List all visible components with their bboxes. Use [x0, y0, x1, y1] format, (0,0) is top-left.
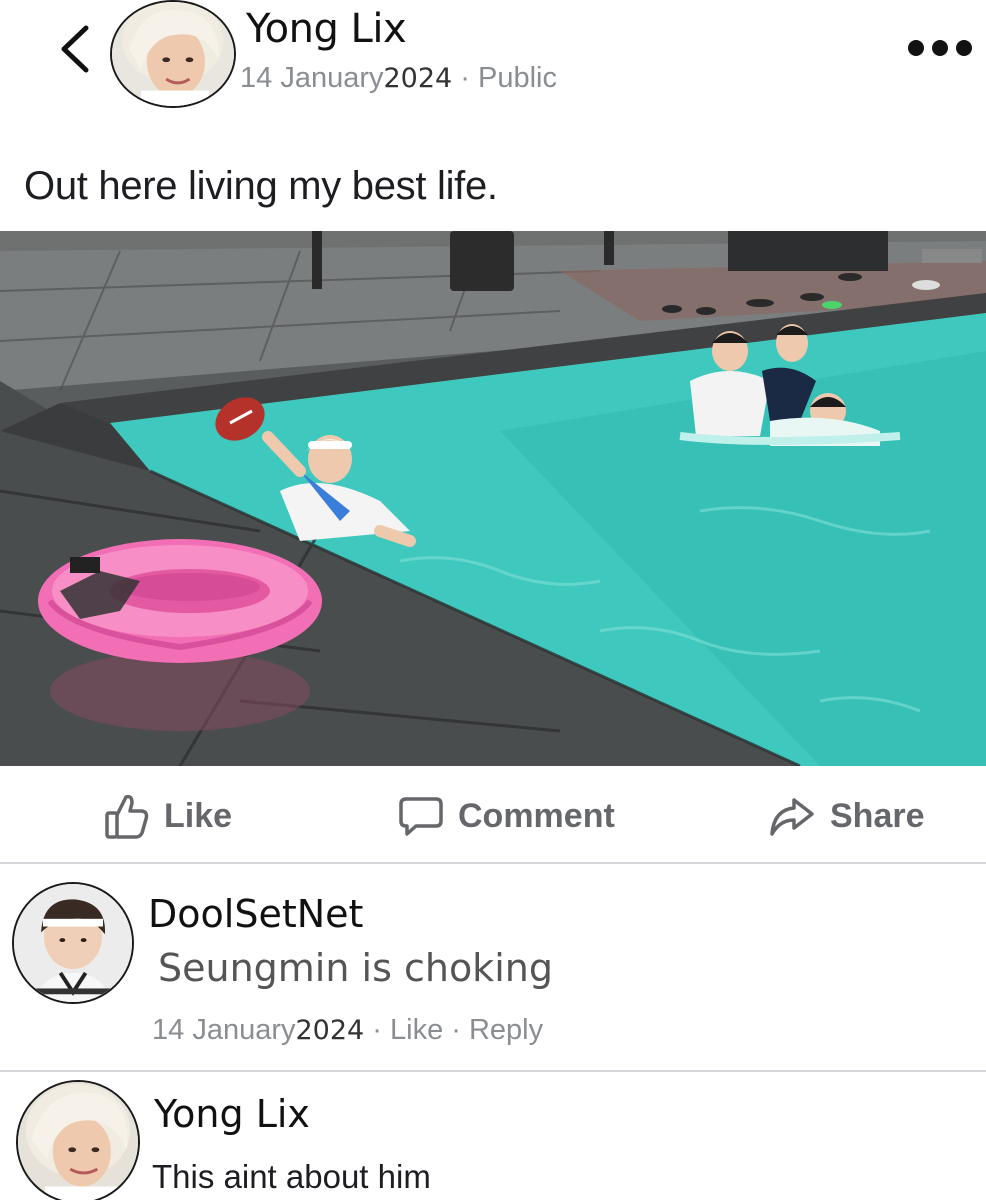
- comment-like-link[interactable]: Like: [390, 1014, 443, 1046]
- post-meta: 14 January2024 · Public: [240, 62, 557, 95]
- comment-label: Comment: [458, 796, 615, 835]
- commenter-avatar[interactable]: [12, 882, 134, 1004]
- comment-item: DoolSetNet Seungmin is choking 14 Januar…: [0, 866, 986, 1072]
- post-year: 2024: [383, 63, 453, 94]
- like-label: Like: [164, 796, 233, 835]
- comment-date[interactable]: 14 January: [152, 1014, 296, 1046]
- share-label: Share: [830, 796, 925, 835]
- back-button[interactable]: [52, 18, 102, 80]
- commenter-name[interactable]: DoolSetNet: [148, 892, 363, 936]
- post-visibility: Public: [478, 62, 557, 94]
- post-caption: Out here living my best life.: [24, 164, 498, 208]
- comment-year: 2024: [295, 1015, 365, 1046]
- author-avatar[interactable]: [110, 0, 236, 108]
- share-button[interactable]: Share: [768, 788, 925, 844]
- post-actions: Like Comment Share: [0, 766, 986, 864]
- comment-meta: 14 January2024 · Like · Reply: [152, 1014, 543, 1047]
- comment-reply-link[interactable]: Reply: [469, 1014, 543, 1046]
- like-button[interactable]: Like: [104, 788, 232, 844]
- comment-button[interactable]: Comment: [398, 788, 615, 844]
- commenter-name[interactable]: Yong Lix: [154, 1092, 310, 1136]
- post-date[interactable]: 14 January: [240, 62, 384, 94]
- author-name[interactable]: Yong Lix: [246, 6, 407, 52]
- commenter-avatar[interactable]: [16, 1080, 140, 1200]
- comment-item: Yong Lix This aint about him: [0, 1074, 986, 1200]
- share-arrow-icon: [770, 798, 814, 836]
- meta-separator: ·: [443, 1014, 469, 1046]
- comment-text: This aint about him: [152, 1158, 431, 1195]
- chevron-left-icon: [61, 25, 89, 73]
- meta-separator: ·: [452, 62, 478, 94]
- post-photo[interactable]: [0, 231, 986, 766]
- more-options-button[interactable]: [904, 36, 976, 60]
- post-header: Yong Lix 14 January2024 · Public: [0, 0, 986, 140]
- meta-separator: ·: [364, 1014, 390, 1046]
- more-dots-icon: [908, 40, 972, 56]
- speech-bubble-icon: [399, 797, 443, 836]
- thumbs-up-icon: [105, 794, 149, 839]
- comment-text: Seungmin is choking: [158, 946, 553, 990]
